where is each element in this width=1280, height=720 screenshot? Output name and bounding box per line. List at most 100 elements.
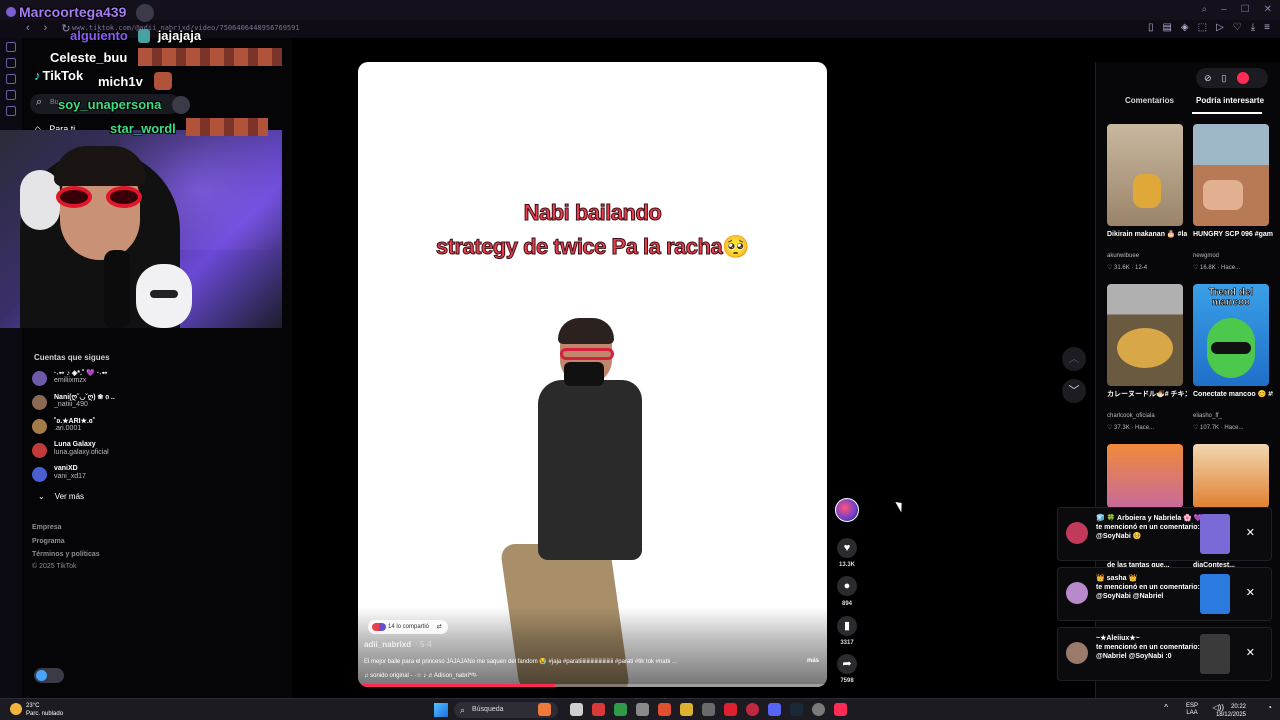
maximize-button[interactable]: ☐: [1241, 4, 1250, 15]
suggested-video-thumb[interactable]: [1193, 124, 1269, 226]
tiktok-logo[interactable]: ♪ TikTok: [34, 68, 83, 83]
close-icon[interactable]: ✕: [1246, 586, 1255, 599]
taskbar-app-icon[interactable]: [570, 703, 583, 716]
taskbar-app-icon[interactable]: [790, 703, 803, 716]
phone-icon[interactable]: ▯: [1222, 73, 1227, 84]
next-video-button[interactable]: ﹀: [1062, 379, 1086, 403]
tab-icon[interactable]: ▤: [1162, 22, 1171, 33]
suggested-video-thumb[interactable]: [1193, 444, 1269, 508]
avatar: [32, 371, 47, 386]
clock[interactable]: 20:22 18/12/2025: [1216, 703, 1246, 719]
chat-badge-icon: [6, 7, 16, 17]
settings-icon[interactable]: ⊘: [1204, 73, 1212, 84]
suggested-video-author[interactable]: charlcook_oficiala: [1107, 413, 1155, 419]
suggested-video-title[interactable]: Conectate mancoo 😊 #fyp #Garen...: [1193, 390, 1273, 400]
save-button[interactable]: ▮: [837, 616, 857, 636]
sidebar-app-icon[interactable]: [6, 106, 16, 116]
taskbar-app-icon[interactable]: [680, 703, 693, 716]
sidebar-app-icon[interactable]: [6, 90, 16, 100]
video-sound[interactable]: ♫ sonido original - ·☆ ♪ ♬Adison_nabri*ᵈ…: [364, 672, 478, 679]
notification-icon[interactable]: ◔: [1267, 703, 1272, 712]
webcam-overlay: [0, 130, 282, 328]
taskbar-app-icon[interactable]: [614, 703, 627, 716]
see-more-button[interactable]: ⌄ Ver más: [38, 492, 84, 501]
toggle-knob: [36, 670, 47, 681]
heart-icon[interactable]: ♡: [1233, 22, 1242, 33]
forward-button[interactable]: ›: [44, 22, 48, 35]
share-button[interactable]: ➦: [837, 654, 857, 674]
comment-button[interactable]: ●: [837, 576, 857, 596]
heart-glasses: [56, 186, 146, 210]
video-progress-bar[interactable]: [358, 684, 827, 687]
suggested-video-author[interactable]: akunwibuee: [1107, 253, 1139, 259]
search-icon[interactable]: ⌕: [1201, 4, 1207, 15]
taskbar-app-icon[interactable]: [592, 703, 605, 716]
video-player[interactable]: Nabi bailando strategy de twice Pa la ra…: [358, 62, 827, 687]
more-link[interactable]: más: [807, 658, 819, 664]
close-icon[interactable]: ✕: [1246, 646, 1255, 659]
footer-link-program[interactable]: Programa: [32, 538, 65, 545]
chat-avatar: [136, 4, 155, 23]
suggested-video-author[interactable]: newgmod: [1193, 253, 1219, 259]
taskbar-app-icon[interactable]: [702, 703, 715, 716]
mention-notification[interactable]: ~★Aleiiux★~ te mencionó en un comentario:…: [1057, 627, 1272, 681]
mention-notification[interactable]: 👑 sasha 👑 te mencionó en un comentario: @…: [1057, 567, 1272, 621]
suggested-video-author[interactable]: eliasho_ff_: [1193, 413, 1222, 419]
footer-link-company[interactable]: Empresa: [32, 524, 62, 531]
taskbar-app-icon[interactable]: [834, 703, 847, 716]
creator-avatar[interactable]: [835, 498, 859, 522]
chevron-up-icon[interactable]: ^: [1164, 703, 1168, 712]
close-button[interactable]: ✕: [1264, 4, 1272, 15]
close-icon[interactable]: ✕: [1246, 526, 1255, 539]
footer-link-terms[interactable]: Términos y políticas: [32, 551, 100, 558]
previous-video-button[interactable]: ︿: [1062, 347, 1086, 371]
play-icon[interactable]: ▷: [1216, 22, 1224, 33]
suggested-video-title[interactable]: Dikirain makanan 🎂 #larvaseason...: [1107, 230, 1187, 240]
minimize-button[interactable]: –: [1221, 4, 1227, 15]
taskbar-app-icon[interactable]: [768, 703, 781, 716]
taskbar-app-icon[interactable]: [636, 703, 649, 716]
following-item[interactable]: ·˖➻ ♪ ◈*.˚ 💜 ·˖➻ emiliixmzx: [32, 369, 232, 391]
sidebar-app-icon[interactable]: [6, 42, 16, 52]
video-author[interactable]: adii_nabrixd · 5-4: [364, 640, 432, 649]
following-item[interactable]: ˚ʚ.★ARI★.ɞ˚ .ari.0001: [32, 417, 232, 439]
taskbar-app-icon[interactable]: [658, 703, 671, 716]
start-button[interactable]: [434, 703, 448, 717]
extensions-icon[interactable]: ◈: [1181, 22, 1189, 33]
language-indicator[interactable]: ESP LAA: [1186, 703, 1198, 717]
dancer-glasses: [560, 348, 614, 360]
suggested-video-thumb[interactable]: [1107, 444, 1183, 508]
taskbar-app-icon[interactable]: [746, 703, 759, 716]
suggested-video-thumb[interactable]: Trend del mancoo: [1193, 284, 1269, 386]
search-icon: ⌕: [460, 705, 466, 715]
tab-suggestions[interactable]: Podría interesarte: [1196, 96, 1264, 105]
record-icon[interactable]: [1236, 72, 1249, 84]
mention-notification[interactable]: 🧊 🍀 Arboiera y Nabriela 🌸 💜 te mencionó e…: [1057, 507, 1272, 561]
sidebar-app-icon[interactable]: [6, 74, 16, 84]
taskbar-app-icon[interactable]: [538, 703, 551, 716]
taskbar-app-icon[interactable]: [812, 703, 825, 716]
following-item[interactable]: Nani(ღ˘◡˘ღ) ❀ ი .. _natiii_490: [32, 393, 232, 415]
following-title: Cuentas que sigues: [34, 353, 110, 362]
shared-by-badge[interactable]: 14 lo compartió ⇄: [368, 620, 448, 634]
sidebar-app-icon[interactable]: [6, 58, 16, 68]
cast-icon[interactable]: ⬚: [1198, 22, 1207, 33]
like-button[interactable]: ♥: [837, 538, 857, 558]
suggested-video-title[interactable]: HUNGRY SCP 096 #games #gmod...: [1193, 230, 1273, 240]
mini-controls: ⊘ ▯: [1196, 68, 1268, 88]
tab-comments[interactable]: Comentarios: [1125, 96, 1174, 105]
following-item[interactable]: vaniXD vani_xd17: [32, 465, 232, 487]
microphone: [104, 250, 130, 328]
suggested-video-thumb[interactable]: [1107, 284, 1183, 386]
menu-icon[interactable]: ≡: [1264, 22, 1270, 33]
download-icon[interactable]: ⤓: [1251, 22, 1255, 33]
back-button[interactable]: ‹: [26, 22, 30, 35]
avatar: [1066, 582, 1088, 604]
avatar: [32, 443, 47, 458]
taskbar-app-icon[interactable]: [724, 703, 737, 716]
following-item[interactable]: Luna Galaxy luna.galaxy.oficial: [32, 441, 232, 463]
theme-toggle[interactable]: [34, 668, 64, 683]
suggested-video-thumb[interactable]: [1107, 124, 1183, 226]
bookmark-icon[interactable]: ▯: [1148, 22, 1154, 33]
suggested-video-title[interactable]: カレーヌードル🍜# チキンラーメン #...: [1107, 390, 1187, 400]
